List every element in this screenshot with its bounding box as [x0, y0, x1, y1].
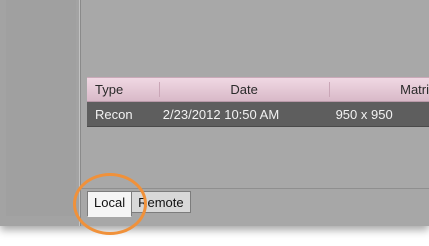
column-header-type[interactable]: Type [87, 82, 159, 97]
cell-matrix: 950 x 950 [335, 106, 393, 122]
tab-local[interactable]: Local [87, 191, 133, 217]
cell-type: Recon [95, 106, 133, 122]
app-window: Type Date Matri Recon 2/23/2012 10:50 AM… [0, 0, 429, 226]
grid-header: Type Date Matri [87, 77, 429, 102]
tab-remote[interactable]: Remote [131, 191, 191, 213]
table-row[interactable]: Recon 2/23/2012 10:50 AM 950 x 950 [87, 102, 429, 127]
study-list-pane: Type Date Matri Recon 2/23/2012 10:50 AM… [81, 0, 429, 189]
column-header-matrix[interactable]: Matri [328, 82, 429, 97]
series-grid: Type Date Matri Recon 2/23/2012 10:50 AM… [87, 77, 429, 127]
source-tabs: Local Remote [87, 191, 191, 217]
cell-date: 2/23/2012 10:50 AM [162, 106, 280, 122]
left-pane [0, 0, 81, 226]
column-header-date[interactable]: Date [158, 82, 329, 97]
left-pane-inner [6, 0, 76, 216]
